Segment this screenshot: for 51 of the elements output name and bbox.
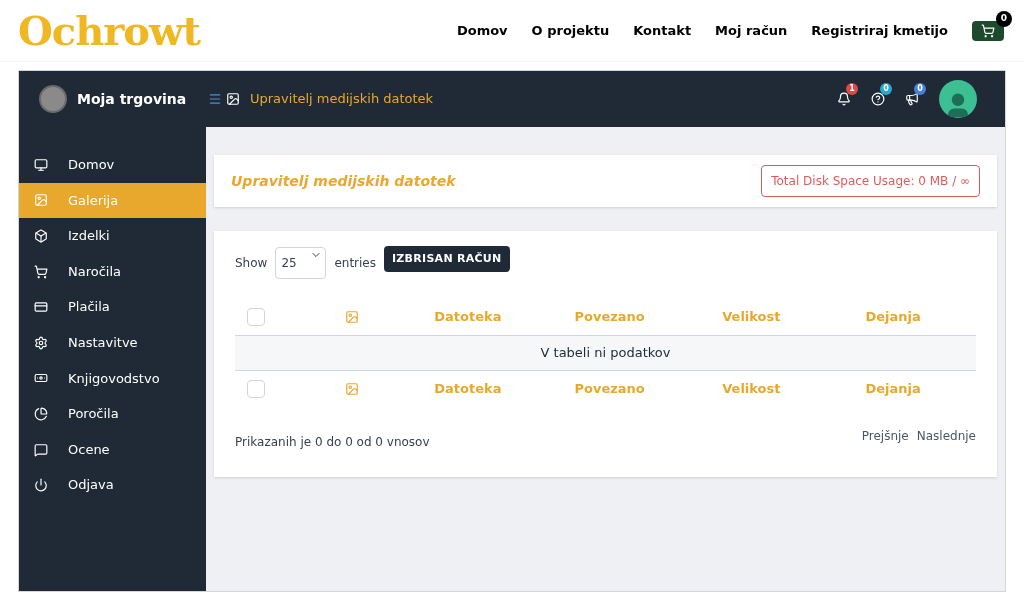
- image-icon: [345, 382, 359, 396]
- count-badge: 0: [914, 83, 926, 95]
- pagination-link[interactable]: Prejšnje: [861, 427, 909, 445]
- sidebar-item[interactable]: Domov: [19, 147, 206, 183]
- menu-icon[interactable]: [208, 92, 222, 106]
- delete-account-button[interactable]: IZBRISAN RAČUN: [384, 245, 510, 273]
- page-title: Upravitelj medijskih datotek: [231, 171, 456, 191]
- entries-label: entries: [334, 255, 376, 272]
- breadcrumb-title: Upravitelj medijskih datotek: [250, 90, 434, 109]
- store-name: Moja trgovina: [77, 89, 187, 109]
- sidebar-item[interactable]: Nastavitve: [19, 324, 206, 361]
- sidebar-item[interactable]: Izdelki: [19, 218, 206, 254]
- cart-count-badge: 0: [996, 10, 1012, 27]
- show-label: Show: [235, 255, 268, 272]
- count-badge: 0: [880, 83, 892, 95]
- sidebar-item[interactable]: Poročila: [19, 396, 206, 432]
- sidebar-item[interactable]: Ocene: [19, 431, 206, 468]
- nav-link[interactable]: Domov: [456, 20, 508, 41]
- row-checkbox[interactable]: [247, 380, 265, 398]
- image-icon: [226, 92, 240, 106]
- disk-usage-badge: Total Disk Space Usage: 0 MB / ∞: [761, 165, 980, 197]
- page-size-select[interactable]: 25: [275, 247, 327, 279]
- pagination-link[interactable]: Naslednje: [916, 427, 976, 445]
- monitor-icon: [34, 157, 48, 172]
- bell-icon[interactable]: [837, 92, 851, 106]
- store-avatar-icon: [39, 85, 67, 113]
- cart-icon: [34, 264, 48, 279]
- megaphone-icon[interactable]: [905, 92, 919, 106]
- pie-chart-icon: [34, 406, 48, 421]
- cube-icon: [34, 229, 48, 243]
- nav-link[interactable]: Moj račun: [715, 20, 788, 41]
- sidebar-item[interactable]: Naročila: [19, 253, 206, 290]
- cart-button[interactable]: [972, 20, 1004, 41]
- table-info: Prikazanih je 0 do 0 od 0 vnosov: [235, 434, 430, 451]
- image-icon: [34, 193, 48, 208]
- nav-link[interactable]: Registriraj kmetijo: [811, 20, 948, 41]
- user-avatar[interactable]: [939, 80, 977, 118]
- basket-icon: [981, 23, 995, 38]
- image-icon: [345, 310, 359, 324]
- nav-link[interactable]: Kontakt: [633, 20, 692, 41]
- speech-bubble-icon: [34, 442, 48, 457]
- count-badge: 1: [846, 83, 858, 95]
- nav-link[interactable]: O projektu: [531, 20, 610, 41]
- power-icon: [34, 478, 48, 493]
- sidebar-item[interactable]: Odjava: [19, 467, 206, 503]
- sidebar-item[interactable]: Knjigovodstvo: [19, 360, 206, 397]
- sidebar-item[interactable]: Plačila: [19, 289, 206, 325]
- card-icon: [34, 300, 48, 315]
- question-icon[interactable]: [871, 92, 885, 106]
- row-checkbox[interactable]: [247, 308, 265, 326]
- empty-row: V tabeli ni podatkov: [235, 335, 976, 371]
